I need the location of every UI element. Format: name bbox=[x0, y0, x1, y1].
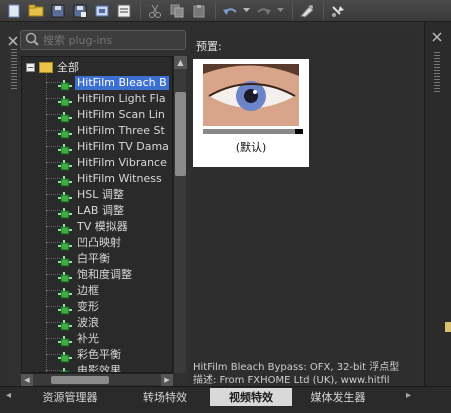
tree-item-label: 补光 bbox=[77, 332, 99, 345]
tree-guide-line bbox=[46, 71, 47, 372]
plugin-icon bbox=[58, 317, 72, 331]
bottom-tab-bar: ◂ 资源管理器 转场特效 视频特效 媒体发生器 ▸ bbox=[0, 386, 451, 413]
plugin-icon bbox=[58, 125, 72, 139]
tree-item-label: 电影效果 bbox=[77, 364, 121, 373]
plugin-icon bbox=[58, 301, 72, 315]
plugin-browser-panel: − 全部 HitFilm Bleach B HitFilm Light Fla Hi… bbox=[6, 27, 188, 386]
plugin-icon bbox=[58, 253, 72, 267]
scroll-left-icon[interactable]: ◀ bbox=[21, 373, 33, 386]
horizontal-scrollbar[interactable]: ◀ ▶ bbox=[21, 373, 173, 386]
folder-icon bbox=[39, 61, 53, 73]
tab-media-generators[interactable]: 媒体发生器 bbox=[294, 389, 382, 405]
toolbar-separator bbox=[323, 2, 324, 19]
plugin-icon bbox=[58, 349, 72, 363]
tree-item-label: 变形 bbox=[77, 300, 99, 313]
description-line-1: HitFilm Bleach Bypass: OFX, 32-bit 浮点型 bbox=[193, 362, 400, 373]
search-box bbox=[20, 30, 186, 50]
cut-icon[interactable] bbox=[145, 2, 165, 20]
undo-dropdown-icon[interactable] bbox=[242, 2, 250, 20]
preset-thumbnail[interactable]: (默认) bbox=[193, 59, 309, 167]
eye-preview-image bbox=[203, 64, 299, 126]
plugin-icon bbox=[58, 365, 72, 372]
open-folder-icon[interactable] bbox=[26, 2, 46, 20]
panel-marker bbox=[445, 322, 451, 332]
tree-item-label: HitFilm Three St bbox=[77, 124, 165, 137]
enable-snapping-icon[interactable] bbox=[297, 2, 317, 20]
undo-icon[interactable] bbox=[220, 2, 240, 20]
preset-title: 预置: bbox=[196, 40, 222, 53]
scroll-right-icon[interactable]: ▶ bbox=[161, 373, 173, 386]
tree-item-label: TV 模拟器 bbox=[77, 220, 128, 233]
tree-item-label: HitFilm Vibrance bbox=[77, 156, 167, 169]
close-icon[interactable] bbox=[432, 27, 444, 42]
redo-dropdown-icon[interactable] bbox=[276, 2, 284, 20]
save-icon[interactable] bbox=[48, 2, 68, 20]
plugin-icon bbox=[58, 173, 72, 187]
plugin-icon bbox=[58, 269, 72, 283]
plugin-icon bbox=[58, 237, 72, 251]
plugin-icon bbox=[58, 93, 72, 107]
tab-explorer[interactable]: 资源管理器 bbox=[20, 389, 120, 405]
progress-marker bbox=[295, 129, 303, 134]
tree-root-label: 全部 bbox=[57, 61, 79, 74]
adjacent-panel bbox=[424, 22, 451, 386]
copy-icon[interactable] bbox=[167, 2, 187, 20]
search-icon bbox=[25, 31, 39, 50]
toolbar-separator bbox=[140, 2, 141, 19]
scroll-thumb[interactable] bbox=[175, 92, 186, 176]
plugin-icon bbox=[58, 189, 72, 203]
plugin-icon bbox=[58, 141, 72, 155]
plugin-icon bbox=[58, 109, 72, 123]
plugin-icon bbox=[58, 77, 72, 91]
auto-ripple-icon[interactable] bbox=[328, 2, 348, 20]
tab-scroll-left-icon[interactable]: ◂ bbox=[6, 390, 11, 401]
panel-drag-handle[interactable] bbox=[11, 49, 17, 89]
paste-icon[interactable] bbox=[189, 2, 209, 20]
toolbar-separator bbox=[215, 2, 216, 19]
plugin-icon bbox=[58, 221, 72, 235]
search-input[interactable] bbox=[43, 33, 183, 47]
panel-drag-handle[interactable] bbox=[434, 52, 440, 92]
plugin-description: HitFilm Bleach Bypass: OFX, 32-bit 浮点型 描… bbox=[193, 361, 420, 387]
tree-item-label: LAB 调整 bbox=[77, 204, 124, 217]
redo-icon[interactable] bbox=[254, 2, 274, 20]
tree-item-label: HitFilm Bleach B bbox=[75, 76, 169, 90]
collapse-icon[interactable]: − bbox=[26, 62, 35, 72]
tree-item-label: HSL 调整 bbox=[77, 188, 124, 201]
render-icon[interactable] bbox=[92, 2, 112, 20]
plugin-icon bbox=[58, 157, 72, 171]
tree-item-label: 彩色平衡 bbox=[77, 348, 121, 361]
toolbar bbox=[0, 0, 451, 22]
tree-item-label: 凹凸映射 bbox=[77, 236, 121, 249]
scroll-up-icon[interactable]: ▲ bbox=[174, 56, 187, 69]
preset-caption: (默认) bbox=[235, 141, 267, 154]
tree-item-label: HitFilm Scan Lin bbox=[77, 108, 165, 121]
close-icon[interactable] bbox=[8, 31, 20, 46]
tab-video-fx[interactable]: 视频特效 bbox=[210, 388, 292, 406]
tab-scroll-right-icon[interactable]: ▸ bbox=[406, 390, 411, 401]
new-file-icon[interactable] bbox=[4, 2, 24, 20]
preset-progress-bar bbox=[203, 129, 303, 134]
tree-item-label: HitFilm Light Fla bbox=[77, 92, 166, 105]
plugin-icon bbox=[58, 285, 72, 299]
vertical-scrollbar[interactable]: ▲ bbox=[173, 56, 187, 373]
tree-root-node[interactable]: − 全部 bbox=[26, 60, 79, 74]
plugin-tree: − 全部 HitFilm Bleach B HitFilm Light Fla Hi… bbox=[21, 56, 173, 373]
plugin-icon bbox=[58, 333, 72, 347]
tree-item-label: 饱和度调整 bbox=[77, 268, 132, 281]
tree-item-label: 波浪 bbox=[77, 316, 99, 329]
preset-preview-panel: 预置: (默认) HitFilm Bleach Bypass: OFX, 32-… bbox=[190, 27, 420, 386]
save-as-icon[interactable] bbox=[70, 2, 90, 20]
tree-item-label: 白平衡 bbox=[77, 252, 110, 265]
tab-transitions[interactable]: 转场特效 bbox=[122, 389, 208, 405]
tree-item-label: HitFilm TV Dama bbox=[77, 140, 169, 153]
properties-icon[interactable] bbox=[114, 2, 134, 20]
toolbar-separator bbox=[292, 2, 293, 19]
scroll-thumb-horizontal[interactable] bbox=[51, 376, 109, 384]
tree-item-label: 边框 bbox=[77, 284, 99, 297]
plugin-icon bbox=[58, 205, 72, 219]
tree-item-label: HitFilm Witness bbox=[77, 172, 162, 185]
